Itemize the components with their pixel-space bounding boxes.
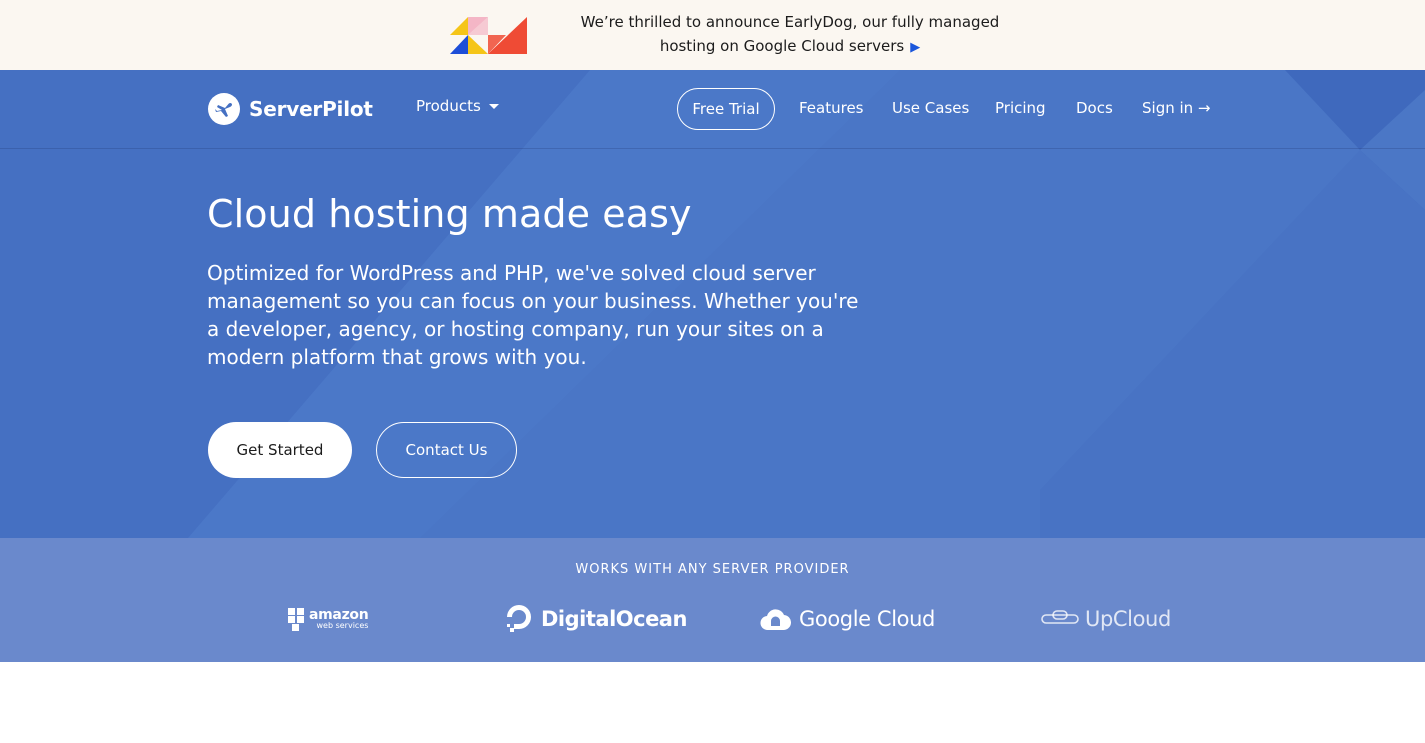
provider-google-cloud: Google Cloud: [760, 602, 935, 636]
aws-cubes-icon: [288, 608, 304, 631]
providers-title: WORKS WITH ANY SERVER PROVIDER: [575, 562, 850, 577]
provider-upcloud: UpCloud: [1041, 602, 1171, 636]
chevron-down-icon: [488, 103, 499, 109]
hero-section: ServerPilot Products Free Trial Features…: [0, 70, 1425, 538]
products-label: Products: [416, 97, 481, 115]
brand-logo[interactable]: ServerPilot: [207, 92, 373, 126]
nav-link-features[interactable]: Features: [799, 99, 864, 117]
get-started-button[interactable]: Get Started: [208, 422, 352, 478]
nav-link-docs[interactable]: Docs: [1076, 99, 1113, 117]
announcement-line-1: We’re thrilled to announce EarlyDog, our…: [580, 13, 1000, 31]
contact-us-button[interactable]: Contact Us: [376, 422, 517, 478]
providers-section: WORKS WITH ANY SERVER PROVIDER amazon we…: [0, 538, 1425, 662]
top-nav: ServerPilot Products Free Trial Features…: [0, 70, 1425, 149]
play-arrow-icon: ▶: [910, 40, 921, 55]
announcement-text[interactable]: We’re thrilled to announce EarlyDog, our…: [560, 10, 1020, 60]
amazon-small-text: web services: [316, 621, 369, 630]
announcement-bar[interactable]: We’re thrilled to announce EarlyDog, our…: [0, 0, 1425, 70]
cloud-icon: [760, 609, 791, 631]
products-dropdown[interactable]: Products: [416, 97, 499, 115]
digitalocean-name: DigitalOcean: [541, 607, 687, 631]
hero-subtitle: Optimized for WordPress and PHP, we've s…: [207, 261, 859, 369]
hero-title: Cloud hosting made easy: [207, 192, 692, 236]
amazon-wordmark: amazon web services: [309, 607, 369, 630]
provider-amazon: amazon web services: [287, 602, 369, 636]
nav-link-sign-in[interactable]: Sign in →: [1142, 99, 1211, 117]
brand-name: ServerPilot: [249, 97, 373, 121]
upcloud-icon: [1041, 610, 1079, 624]
earlydog-logo-icon: [450, 17, 527, 54]
digitalocean-icon: [507, 605, 531, 632]
nav-link-pricing[interactable]: Pricing: [995, 99, 1046, 117]
upcloud-name: UpCloud: [1085, 607, 1171, 631]
announcement-line-2: hosting on Google Cloud servers ▶: [560, 34, 1020, 60]
free-trial-button[interactable]: Free Trial: [677, 88, 775, 130]
google-cloud-name: Google Cloud: [799, 607, 935, 631]
amazon-main-text: amazon: [309, 607, 369, 623]
plane-logo-icon: [208, 93, 240, 125]
provider-digitalocean: DigitalOcean: [505, 602, 687, 636]
nav-link-use-cases[interactable]: Use Cases: [892, 99, 969, 117]
